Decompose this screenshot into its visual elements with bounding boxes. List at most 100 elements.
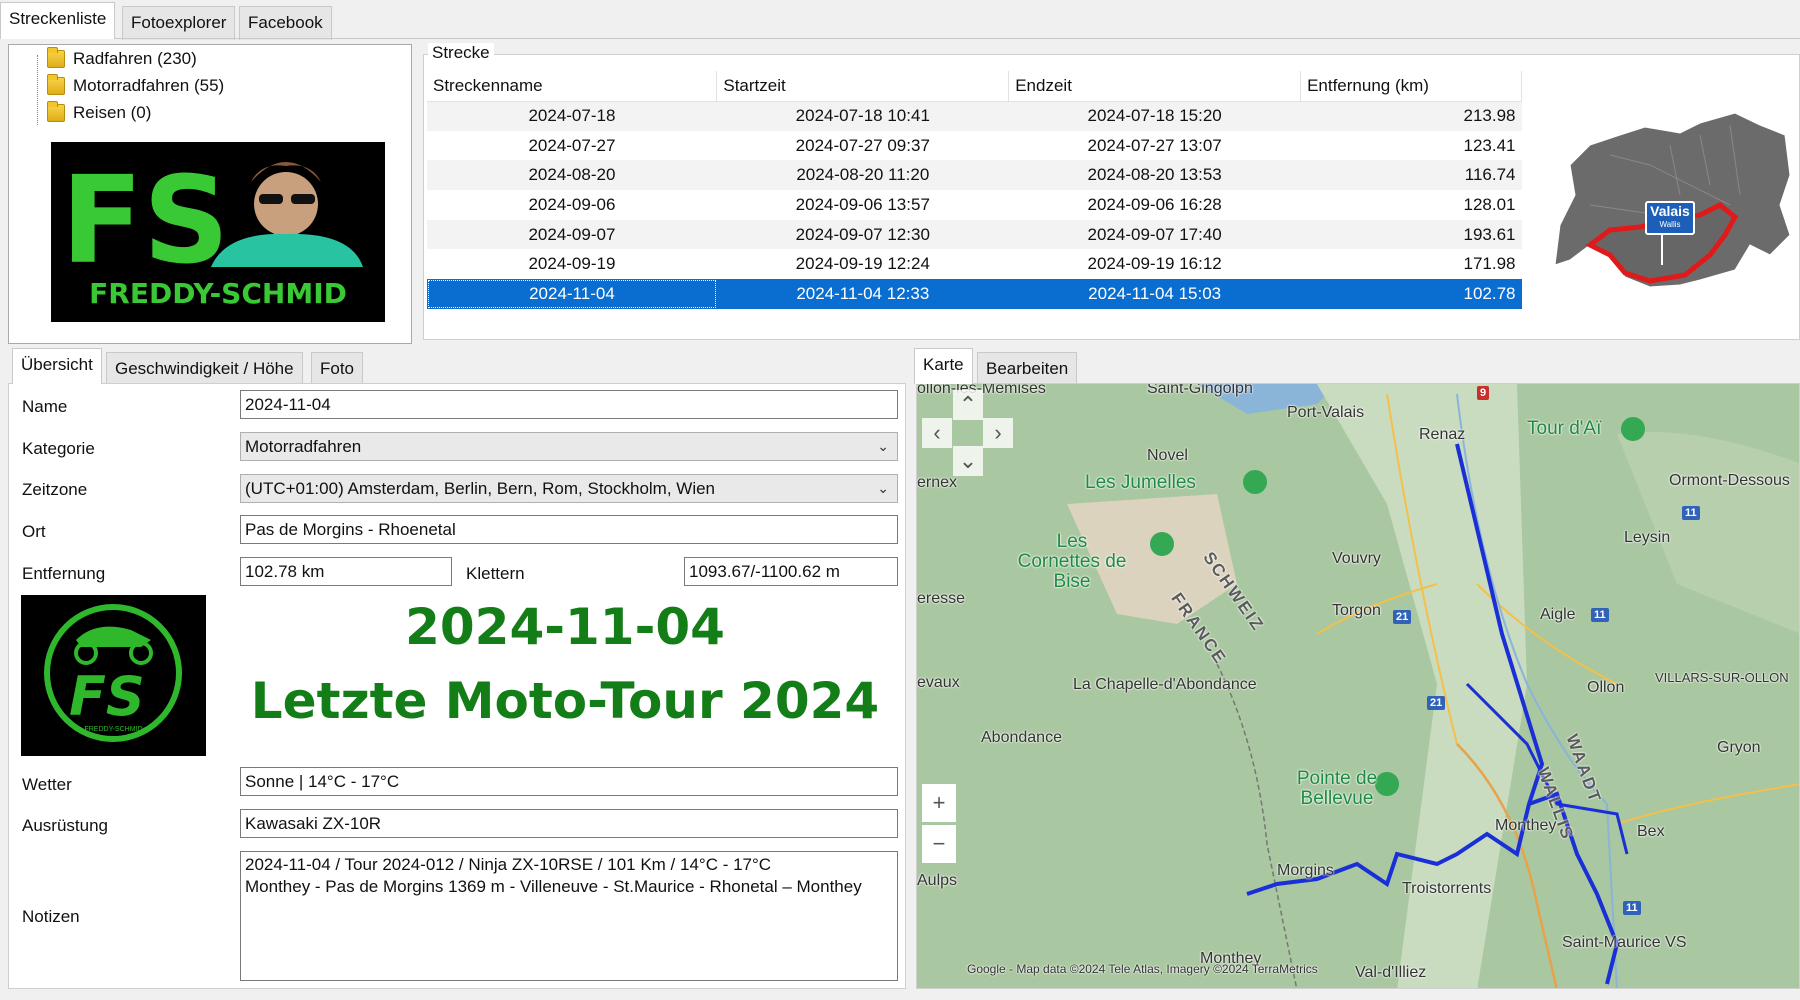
ort-label: Ort	[22, 522, 46, 541]
tab-divider	[0, 38, 1800, 39]
cell-name: 2024-07-27	[427, 130, 717, 161]
map-label: Les Jumelles	[1085, 472, 1196, 493]
road-shield: 21	[1427, 696, 1446, 710]
map-label: Saint-Maurice VS	[1562, 934, 1687, 951]
folder-icon	[47, 101, 65, 122]
name-input[interactable]: 2024-11-04	[240, 390, 898, 419]
cell-start: 2024-09-19 12:24	[716, 249, 1009, 280]
table-row-selected[interactable]: 2024-11-04 2024-11-04 12:33 2024-11-04 1…	[427, 279, 1522, 309]
tree-item-reisen[interactable]: Reisen (0)	[47, 101, 151, 125]
chevron-down-icon: ⌄	[877, 438, 889, 454]
map-view[interactable]: ollon-les-Memises Saint-Gingolph Port-Va…	[916, 383, 1800, 989]
tab-foto[interactable]: Foto	[311, 352, 364, 386]
zoom-in-button[interactable]: +	[922, 784, 956, 822]
zeitzone-select[interactable]: (UTC+01:00) Amsterdam, Berlin, Bern, Rom…	[240, 474, 898, 503]
map-label: Morgins	[1277, 862, 1334, 879]
road-shield: 11	[1682, 506, 1700, 520]
tab-bearbeiten[interactable]: Bearbeiten	[977, 352, 1078, 386]
column-header-startzeit[interactable]: Startzeit	[716, 71, 1010, 102]
map-label: VILLARS-SUR-OLLON	[1655, 670, 1789, 685]
map-label: Aigle	[1540, 606, 1576, 623]
map-label: eresse	[917, 590, 966, 607]
cell-name: 2024-09-19	[427, 249, 717, 280]
cell-name: 2024-09-06	[427, 190, 717, 220]
pan-up-button[interactable]: ⌃	[953, 390, 983, 420]
canton-sub: Wallis	[1659, 220, 1681, 229]
map-label: Bex	[1637, 823, 1665, 840]
cell-distance: 213.98	[1300, 101, 1522, 131]
table-row[interactable]: 2024-07-18 2024-07-18 10:41 2024-07-18 1…	[427, 101, 1522, 131]
canton-map: Valais Wallis	[1550, 105, 1795, 300]
column-header-entfernung[interactable]: Entfernung (km)	[1300, 71, 1522, 102]
tab-streckenliste[interactable]: Streckenliste	[0, 2, 116, 39]
tree-item-label: Reisen (0)	[73, 103, 152, 122]
map-label: Torgon	[1332, 602, 1381, 619]
cell-name: 2024-08-20	[427, 160, 717, 191]
map-label: La Chapelle-d'Abondance	[1073, 676, 1257, 693]
zoom-out-button[interactable]: −	[922, 825, 956, 863]
table-row[interactable]: 2024-07-27 2024-07-27 09:37 2024-07-27 1…	[427, 130, 1522, 161]
cell-start: 2024-09-07 12:30	[716, 219, 1009, 250]
entfernung-label: Entfernung	[22, 564, 106, 583]
pan-right-button[interactable]: ›	[983, 418, 1013, 448]
map-label: Troistorrents	[1402, 880, 1492, 897]
table-row[interactable]: 2024-09-19 2024-09-19 12:24 2024-09-19 1…	[427, 249, 1522, 280]
cell-end: 2024-08-20 13:53	[1008, 160, 1301, 191]
map-attribution: Google - Map data ©2024 Tele Atlas, Imag…	[967, 962, 1318, 976]
tree-item-radfahren[interactable]: Radfahren (230)	[47, 47, 197, 71]
tab-facebook[interactable]: Facebook	[239, 6, 332, 40]
cell-distance: 116.74	[1300, 160, 1522, 191]
tab-karte[interactable]: Karte	[914, 348, 973, 384]
kategorie-select[interactable]: Motorradfahren ⌄	[240, 432, 898, 461]
map-label: Aulps	[917, 872, 958, 889]
cell-start: 2024-11-04 12:33	[716, 279, 1009, 309]
logo-text: FREDDY-SCHMID	[89, 277, 347, 310]
canton-sign: Valais Wallis	[1645, 201, 1695, 235]
klettern-input[interactable]: 1093.67/-1100.62 m	[684, 557, 898, 586]
headline-title: Letzte Moto-Tour 2024	[250, 672, 880, 730]
cell-start: 2024-07-27 09:37	[716, 130, 1009, 161]
map-label: evaux	[917, 674, 960, 691]
table-row[interactable]: 2024-09-07 2024-09-07 12:30 2024-09-07 1…	[427, 219, 1522, 250]
road-shield: 11	[1591, 608, 1609, 622]
pan-down-button[interactable]: ⌄	[953, 446, 983, 476]
cell-distance: 171.98	[1300, 249, 1522, 280]
tree-item-label: Radfahren (230)	[73, 49, 197, 68]
map-label: Renaz	[1419, 426, 1466, 443]
map-label: Ollon	[1587, 679, 1625, 696]
tab-uebersicht[interactable]: Übersicht	[12, 348, 102, 384]
ort-input[interactable]: Pas de Morgins - Rhoenetal	[240, 515, 898, 544]
tab-geschwindigkeit-hoehe[interactable]: Geschwindigkeit / Höhe	[106, 352, 303, 386]
map-label: Abondance	[981, 729, 1062, 746]
cell-end: 2024-07-27 13:07	[1008, 130, 1301, 161]
column-header-streckenname[interactable]: Streckenname	[427, 71, 718, 102]
column-header-endzeit[interactable]: Endzeit	[1008, 71, 1302, 102]
tab-fotoexplorer[interactable]: Fotoexplorer	[122, 6, 236, 40]
tree-item-motorradfahren[interactable]: Motorradfahren (55)	[47, 74, 224, 98]
wetter-input[interactable]: Sonne | 14°C - 17°C	[240, 767, 898, 796]
cell-end: 2024-11-04 15:03	[1008, 279, 1301, 309]
svg-text:FS: FS	[61, 152, 229, 291]
cell-start: 2024-07-18 10:41	[716, 101, 1009, 131]
cell-start: 2024-08-20 11:20	[716, 160, 1009, 191]
entfernung-input[interactable]: 102.78 km	[240, 557, 452, 586]
table-row[interactable]: 2024-08-20 2024-08-20 11:20 2024-08-20 1…	[427, 160, 1522, 191]
table-row[interactable]: 2024-09-06 2024-09-06 13:57 2024-09-06 1…	[427, 190, 1522, 220]
cell-name: 2024-11-04	[427, 279, 717, 309]
map-label: Les Cornettes de Bise	[1017, 531, 1127, 592]
notizen-line: Monthey - Pas de Morgins 1369 m - Villen…	[245, 877, 862, 896]
cell-end: 2024-09-06 16:28	[1008, 190, 1301, 220]
routes-table: Streckenname Startzeit Endzeit Entfernun…	[427, 71, 1522, 309]
strecke-group-label: Strecke	[428, 43, 494, 63]
map-label: Port-Valais	[1287, 404, 1365, 421]
notizen-label: Notizen	[22, 907, 80, 926]
chevron-down-icon: ⌄	[877, 480, 889, 496]
road-shield: 21	[1393, 610, 1412, 624]
map-label: Monthey	[1495, 817, 1557, 834]
ausruestung-input[interactable]: Kawasaki ZX-10R	[240, 809, 898, 838]
zeitzone-value: (UTC+01:00) Amsterdam, Berlin, Bern, Rom…	[245, 479, 716, 498]
svg-text:FS: FS	[69, 665, 145, 728]
pan-left-button[interactable]: ‹	[922, 418, 952, 448]
notizen-textarea[interactable]: 2024-11-04 / Tour 2024-012 / Ninja ZX-10…	[240, 851, 898, 981]
road-shield: 11	[1623, 901, 1641, 915]
